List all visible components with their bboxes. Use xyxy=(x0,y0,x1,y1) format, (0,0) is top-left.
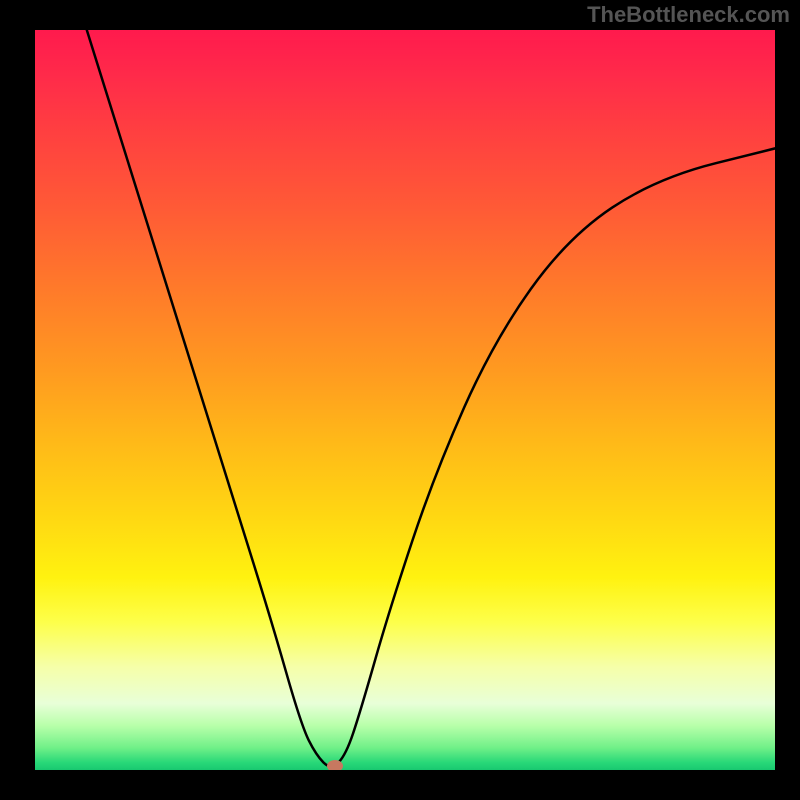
chart-plot-area xyxy=(35,30,775,770)
minimum-marker xyxy=(327,760,343,770)
attribution-text: TheBottleneck.com xyxy=(587,2,790,28)
bottleneck-curve xyxy=(35,30,775,770)
